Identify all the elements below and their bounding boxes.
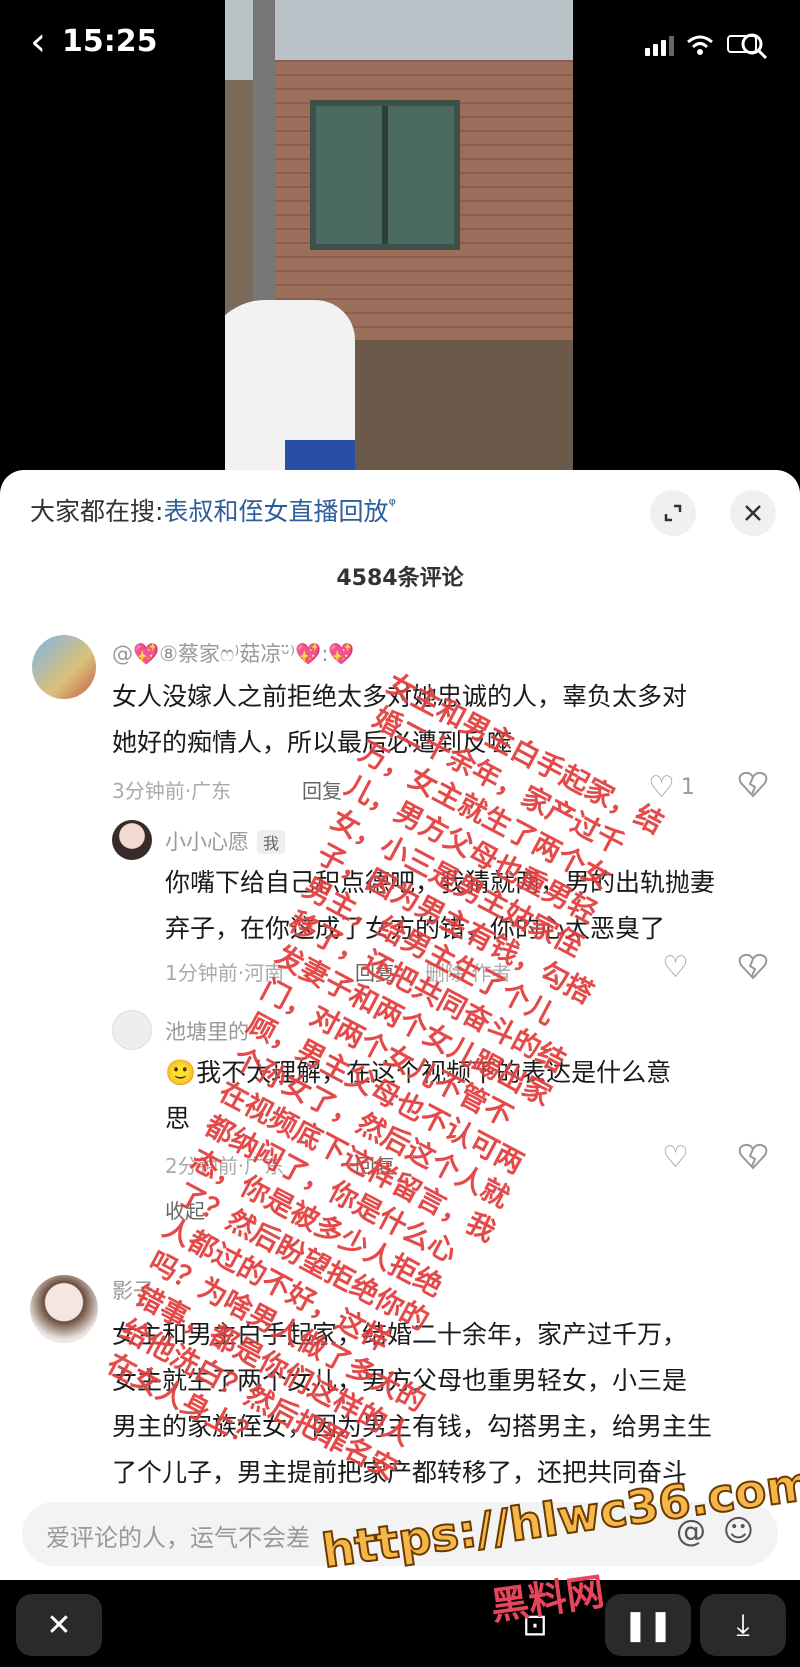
download-icon: ⤓ — [736, 1607, 750, 1643]
reply-button[interactable]: 回复 — [302, 775, 342, 804]
reply-button[interactable]: 回复 — [355, 1150, 395, 1179]
trending-keyword[interactable]: 表叔和侄女直播回放 — [163, 497, 388, 526]
battery-search-icon[interactable] — [726, 28, 770, 62]
trending-search[interactable]: 大家都在搜:表叔和侄女直播回放ᵠ — [30, 492, 396, 528]
search-icon: ᵠ — [388, 494, 396, 516]
video-preview[interactable] — [225, 0, 573, 470]
comment-meta: 3分钟前·广东 — [112, 779, 232, 803]
close-icon — [745, 505, 761, 521]
comment-text: 🙂我不太理解，在这个视频下的表达是什么意 思 — [165, 1058, 672, 1133]
download-button[interactable]: ⤓ — [700, 1594, 786, 1656]
comment-author[interactable]: @💖⑧蔡家ෆ⁾菇凉ᵕ̈⁾💖:💖 — [112, 638, 355, 668]
like-button[interactable]: ♡ — [662, 950, 689, 985]
comment-extra[interactable]: 删除 作者 — [425, 957, 511, 986]
dislike-icon[interactable] — [738, 1142, 768, 1176]
comment-input-placeholder: 爱评论的人，运气不会差 — [46, 1524, 310, 1552]
comment-text: 你嘴下给自己积点德吧，我猜就两，男的出轨抛妻 弃子，在你这成了女方的错，你的心太… — [165, 868, 716, 943]
close-sheet-button[interactable] — [730, 490, 776, 536]
dislike-icon[interactable] — [738, 770, 768, 804]
status-time: 15:25 — [62, 24, 158, 59]
avatar[interactable] — [32, 635, 96, 699]
status-icons — [645, 28, 770, 62]
me-badge: 我 — [257, 830, 286, 854]
expand-button[interactable] — [650, 490, 696, 536]
avatar[interactable] — [30, 1275, 98, 1343]
reply-button[interactable]: 回复 — [355, 957, 395, 986]
pause-button[interactable]: ❚❚ — [605, 1594, 691, 1656]
heart-icon: ♡ — [662, 1140, 689, 1175]
comment-sheet: 大家都在搜:表叔和侄女直播回放ᵠ 4584条评论 @💖⑧蔡家ෆ⁾菇凉ᵕ̈⁾💖:💖… — [0, 470, 800, 1580]
close-button[interactable]: ✕ — [16, 1594, 102, 1656]
comment-text: 女主和男主白手起家，结婚二十余年，家产过千万， 女主就生了两个女儿，男方父母也重… — [112, 1320, 713, 1487]
pause-icon: ❚❚ — [622, 1607, 674, 1643]
comment-author[interactable]: 池塘里的 — [165, 1016, 249, 1046]
comment-meta: 2分钟前·广东 — [165, 1154, 285, 1178]
comment-author[interactable]: 影子 — [112, 1275, 154, 1305]
avatar[interactable] — [112, 1010, 152, 1050]
signal-icon — [645, 34, 674, 56]
heart-icon: ♡ — [648, 770, 675, 805]
comment-meta: 1分钟前·河南 — [165, 961, 285, 985]
comment-author[interactable]: 小小心愿我 — [165, 826, 286, 856]
like-count: 1 — [680, 775, 695, 800]
back-icon[interactable]: ‹ — [30, 22, 46, 62]
avatar[interactable] — [112, 820, 152, 860]
collapse-button[interactable]: 收起 — [165, 1195, 205, 1224]
expand-icon — [664, 504, 682, 522]
like-button[interactable]: ♡ 1 — [648, 770, 695, 805]
trending-prefix: 大家都在搜: — [30, 497, 164, 526]
window-shutter — [310, 100, 460, 250]
comment-count: 4584条评论 — [336, 566, 464, 591]
dislike-icon[interactable] — [738, 952, 768, 986]
close-icon: ✕ — [46, 1607, 72, 1643]
wifi-icon — [687, 35, 713, 55]
heart-icon: ♡ — [662, 950, 689, 985]
comment-text: 女人没嫁人之前拒绝太多对她忠诚的人，辜负太多对 她好的痴情人，所以最后必遭到反噬 — [112, 682, 688, 757]
bottom-bar: ✕ ⊡ ❚❚ ⤓ — [0, 1580, 800, 1667]
like-button[interactable]: ♡ — [662, 1140, 689, 1175]
